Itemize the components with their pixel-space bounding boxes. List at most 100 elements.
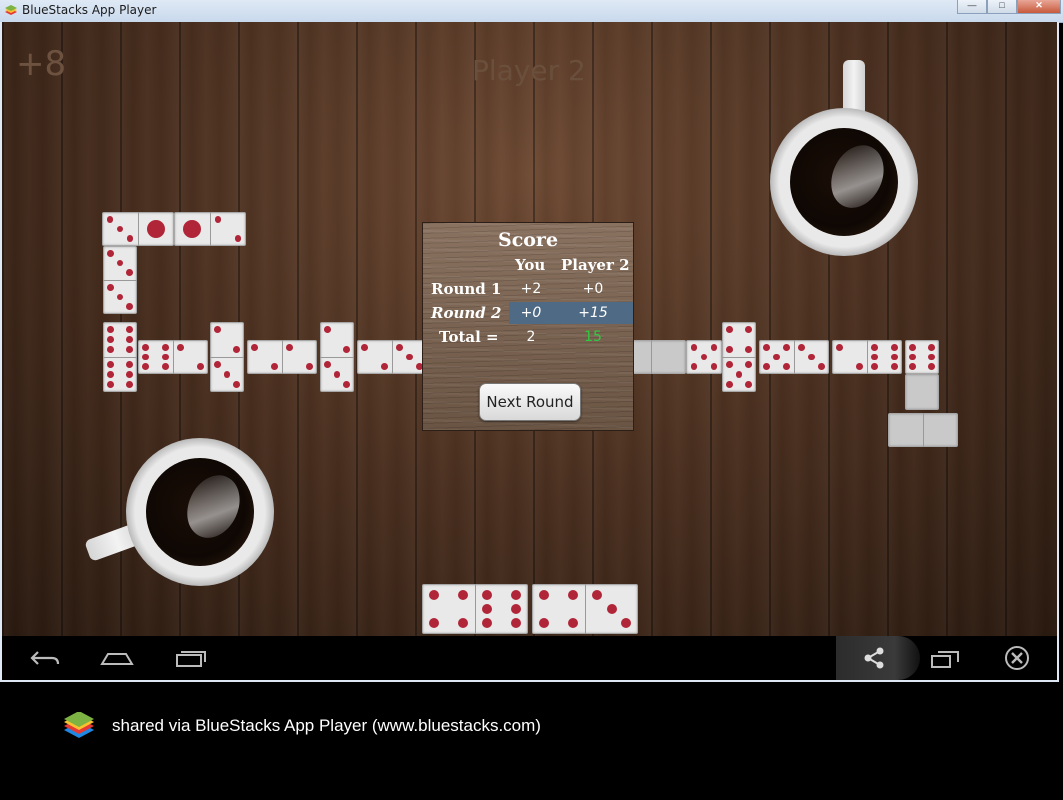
- domino-pip: [871, 363, 879, 370]
- score-row-total: Total = 2 15: [423, 326, 633, 348]
- score-player2: +0: [582, 281, 604, 297]
- domino-pip: [305, 363, 313, 370]
- domino-pip: [214, 216, 222, 223]
- domino-pip: [126, 345, 133, 353]
- coffee-cup-bottom-left: [126, 438, 274, 586]
- share-area: [836, 636, 920, 680]
- column-header-you: You: [515, 256, 546, 274]
- domino-pip: [343, 345, 350, 353]
- domino-pip: [726, 326, 733, 334]
- domino-pip: [690, 344, 698, 351]
- domino-divider: [103, 357, 137, 358]
- domino-divider: [923, 413, 924, 447]
- recent-apps-icon[interactable]: [174, 646, 208, 670]
- domino-divider: [138, 212, 139, 246]
- domino-pip: [126, 336, 133, 343]
- column-header-player2: Player 2: [561, 256, 630, 274]
- domino-divider: [651, 340, 652, 374]
- domino-pip: [428, 590, 439, 600]
- domino-divider: [722, 357, 756, 358]
- maximize-button[interactable]: □: [987, 0, 1017, 14]
- domino-pip: [745, 380, 752, 388]
- domino-pip: [251, 344, 259, 351]
- domino-pip: [909, 353, 916, 361]
- domino-pip: [745, 345, 752, 353]
- domino-pip: [126, 371, 133, 378]
- coffee-cup-top-right: [770, 108, 918, 256]
- domino-pip: [126, 269, 133, 276]
- close-app-icon[interactable]: [1000, 646, 1034, 670]
- domino-pip: [871, 344, 879, 351]
- domino-pip: [107, 284, 114, 291]
- domino-pip: [481, 590, 492, 600]
- domino-pip: [782, 363, 790, 370]
- score-row-round-2: Round 2 +0 +15: [423, 302, 633, 324]
- score-player2: 15: [584, 329, 602, 345]
- share-icon[interactable]: [858, 646, 892, 670]
- domino-pip: [107, 250, 114, 257]
- corner-score: +8: [16, 44, 67, 84]
- domino-pip: [380, 363, 388, 370]
- domino-tile: [905, 374, 939, 410]
- window-toggle-icon[interactable]: [928, 646, 962, 670]
- domino-pip: [233, 345, 240, 353]
- domino-pip: [107, 380, 114, 388]
- domino-pip: [107, 361, 114, 369]
- domino-pip: [890, 353, 898, 361]
- domino-divider: [867, 340, 868, 374]
- domino-divider: [475, 584, 476, 634]
- opponent-name: Player 2: [472, 54, 586, 87]
- domino-pip: [591, 590, 602, 600]
- domino-pip: [196, 363, 204, 370]
- domino-pip: [396, 344, 404, 351]
- domino-pip: [126, 380, 133, 388]
- score-dialog: Score You Player 2 Round 1 +2 +0 Round 2…: [422, 222, 634, 431]
- domino-pip: [286, 344, 294, 351]
- domino-pip: [147, 220, 165, 238]
- domino-divider: [585, 584, 586, 634]
- next-round-button[interactable]: Next Round: [479, 383, 581, 421]
- domino-pip: [890, 363, 898, 370]
- domino-pip: [126, 326, 133, 334]
- domino-pip: [183, 220, 201, 238]
- domino-pip: [928, 363, 935, 370]
- domino-pip: [690, 363, 698, 370]
- domino-divider: [210, 212, 211, 246]
- coffee-surface: [146, 458, 254, 566]
- row-label: Round 2: [431, 304, 502, 322]
- domino-pip: [538, 590, 549, 600]
- domino-pip: [107, 336, 114, 343]
- window-title: BlueStacks App Player: [22, 3, 157, 17]
- domino-divider: [103, 280, 137, 281]
- domino-divider: [173, 340, 174, 374]
- domino-pip: [481, 604, 492, 614]
- domino-pip: [428, 618, 439, 628]
- domino-pip: [726, 345, 733, 353]
- domino-pip: [745, 361, 752, 369]
- domino-pip: [782, 344, 790, 351]
- domino-divider: [210, 357, 244, 358]
- domino-pip: [855, 363, 863, 370]
- domino-pip: [142, 344, 150, 351]
- game-board[interactable]: +8 Player 2 Score You Player 2 Round 1 +…: [2, 22, 1057, 636]
- close-window-button[interactable]: ✕: [1017, 0, 1061, 14]
- window-controls: — □ ✕: [957, 0, 1061, 14]
- domino-pip: [126, 303, 133, 310]
- score-you: +0: [520, 305, 542, 321]
- domino-pip: [798, 344, 806, 351]
- home-icon[interactable]: [100, 646, 134, 670]
- domino-pip: [233, 380, 240, 388]
- bluestacks-app-icon: [5, 5, 17, 15]
- domino-divider: [320, 357, 354, 358]
- domino-divider: [794, 340, 795, 374]
- back-icon[interactable]: [28, 646, 62, 670]
- score-you: 2: [526, 329, 536, 345]
- row-label: Round 1: [431, 280, 502, 298]
- domino-pip: [161, 353, 169, 361]
- footer-share-text: shared via BlueStacks App Player (www.bl…: [112, 716, 541, 735]
- domino-pip: [177, 344, 185, 351]
- score-player2: +15: [578, 305, 608, 321]
- minimize-button[interactable]: —: [957, 0, 987, 14]
- domino-pip: [928, 344, 935, 351]
- domino-pip: [763, 363, 771, 370]
